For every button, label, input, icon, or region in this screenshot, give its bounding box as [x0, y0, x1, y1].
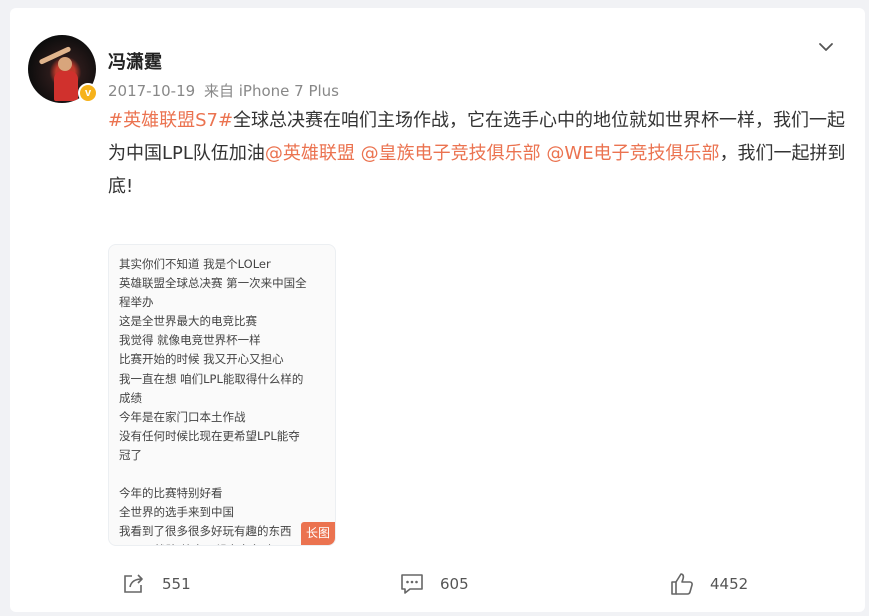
long-image-line: 今年的比赛特别好看 — [119, 486, 223, 501]
long-image-line: 我觉得 就像电竞世界杯一样 — [119, 333, 261, 348]
long-image-line: 全世界的选手来到中国 — [119, 505, 234, 520]
share-count: 551 — [162, 575, 191, 593]
post-content: #英雄联盟S7#全球总决赛在咱们主场作战，它在选手心中的地位就如世界杯一样，我们… — [108, 104, 848, 203]
share-icon — [124, 574, 143, 593]
weibo-post-card: v 冯潇霆 2017-10-19 来自 iPhone 7 Plus #英雄联盟S… — [10, 8, 865, 612]
long-image-line: 成绩 — [119, 390, 142, 405]
like-count: 4452 — [710, 575, 749, 593]
long-image-attachment[interactable]: 其实你们不知道 我是个LOLer 英雄联盟全球总决赛 第一次来中国全 程举办这是全世… — [108, 244, 336, 546]
post-meta: 2017-10-19 来自 iPhone 7 Plus — [108, 80, 343, 101]
mention-link[interactable]: @WE电子竞技俱乐部 — [546, 143, 719, 164]
long-image-badge: 长图 — [300, 521, 335, 545]
long-image-line: 英雄联盟全球总决赛 第一次来中国全 — [119, 276, 307, 291]
verified-badge-icon: v — [78, 83, 98, 103]
chevron-down-icon[interactable] — [817, 38, 835, 56]
hashtag-link[interactable]: #英雄联盟S7# — [108, 110, 233, 131]
action-bar: 551 605 4452 — [10, 564, 865, 604]
comment-icon — [401, 574, 423, 594]
avatar-figure-body — [54, 71, 78, 101]
long-image-line: 比赛开始的时候 我又开心又担心 — [119, 352, 284, 367]
comment-button[interactable]: 605 — [400, 572, 469, 596]
long-image-line: 今年是在家门口本土作战 — [119, 409, 246, 424]
long-image-line: 我一直在想 咱们LPL能取得什么样的 — [119, 371, 304, 386]
long-image-text: 其实你们不知道 我是个LOLer 英雄联盟全球总决赛 第一次来中国全 程举办这是全世… — [119, 255, 335, 545]
mention-link[interactable]: @皇族电子竞技俱乐部 — [361, 143, 541, 164]
mention-link[interactable]: @英雄联盟 — [265, 143, 355, 164]
avatar-figure-head — [58, 57, 72, 71]
like-button[interactable]: 4452 — [670, 572, 748, 596]
long-image-line: 没有任何时候比现在更希望LPL能夺 — [119, 428, 300, 443]
long-image-line: 其实你们不知道 我是个LOLer — [119, 257, 271, 271]
share-button[interactable]: 551 — [122, 572, 191, 596]
long-image-line: 程举办 — [119, 295, 154, 310]
long-image-line: 这是全世界最大的电竞比赛 — [119, 314, 257, 329]
thumbs-up-icon — [671, 573, 693, 595]
post-date[interactable]: 2017-10-19 — [108, 82, 195, 100]
author-name[interactable]: 冯潇霆 — [108, 48, 162, 74]
long-image-line — [119, 465, 335, 484]
post-source: 来自 iPhone 7 Plus — [203, 82, 339, 100]
comment-count: 605 — [440, 575, 469, 593]
long-image-line: 冠了 — [119, 447, 142, 462]
